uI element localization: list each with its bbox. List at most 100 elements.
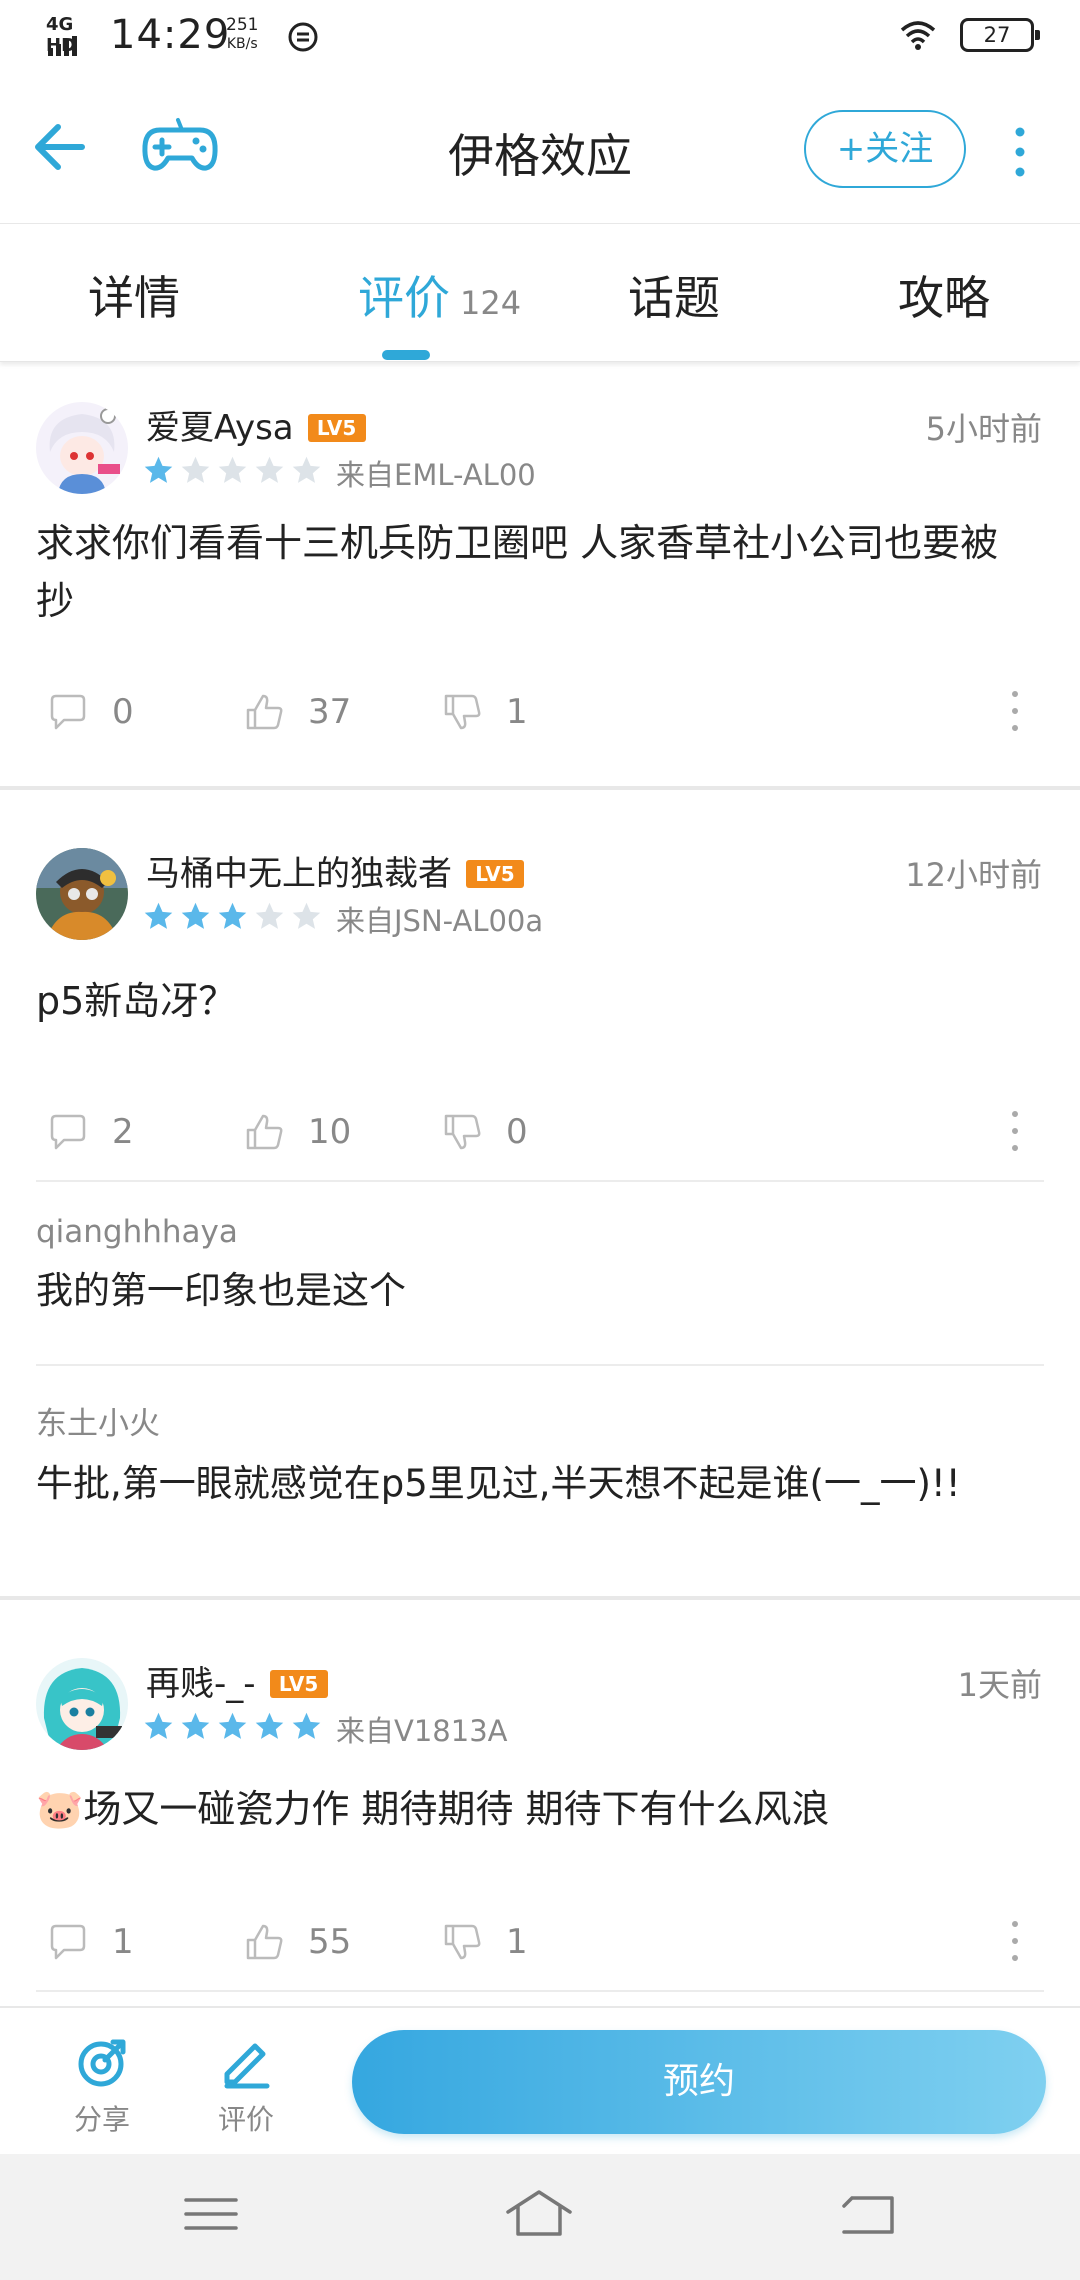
star-empty-icon xyxy=(255,902,284,929)
comment-icon xyxy=(50,694,86,730)
like-count: 37 xyxy=(308,692,352,732)
like-button[interactable]: 55 xyxy=(242,1912,351,1972)
review-actions: 0 37 1 xyxy=(0,682,1080,742)
review-actions: 2 10 0 xyxy=(0,1102,1080,1162)
speed-value: 251 xyxy=(226,15,259,35)
comment-icon xyxy=(50,1924,86,1960)
reply-divider xyxy=(36,1180,1044,1182)
star-empty-icon xyxy=(218,456,247,483)
tab-guides[interactable]: 攻略 xyxy=(898,262,990,325)
tab-label: 详情 xyxy=(88,271,180,325)
tab-reviews[interactable]: 评价 124 xyxy=(358,262,522,325)
like-button[interactable]: 10 xyxy=(242,1102,351,1162)
tab-topics[interactable]: 话题 xyxy=(628,262,720,325)
device-info: 来自JSN-AL00a xyxy=(336,904,544,938)
dislike-button[interactable]: 1 xyxy=(440,682,528,742)
app-header: 伊格效应 +关注 xyxy=(0,72,1080,224)
gamepad-icon[interactable] xyxy=(140,112,220,182)
comment-button[interactable]: 1 xyxy=(46,1912,134,1972)
status-bar: 4G HD 14:29 251 KB/s 27 xyxy=(0,0,1080,72)
dislike-count: 1 xyxy=(506,1922,528,1962)
follow-button[interactable]: +关注 xyxy=(804,110,966,188)
review-text[interactable]: 求求你们看看十三机兵防卫圈吧 人家香草社小公司也要被抄 xyxy=(36,514,1036,630)
star-filled-icon xyxy=(218,1712,247,1739)
username-text: 马桶中无上的独裁者 xyxy=(146,854,452,894)
review-time: 1天前 xyxy=(957,1666,1042,1704)
back-icon[interactable] xyxy=(834,2184,904,2244)
share-label: 分享 xyxy=(73,2103,130,2136)
comment-button[interactable]: 0 xyxy=(46,682,134,742)
review-card: 再贱-_- LV5 1天前 来自V1813A 🐷场又一碰瓷力作 期待期待 期待下有… xyxy=(0,1600,1080,2006)
star-rating xyxy=(142,1710,323,1743)
thumbs-down-icon xyxy=(444,1114,481,1150)
reply-text: 牛批,第一眼就感觉在p5里见过,半天想不起是谁(一_一)!! xyxy=(36,1462,961,1505)
more-vertical-icon[interactable] xyxy=(1000,686,1030,736)
star-filled-icon xyxy=(181,1712,210,1739)
reply-text: 我的第一印象也是这个 xyxy=(36,1269,406,1312)
level-badge: LV5 xyxy=(307,414,366,442)
network-speed: 251 KB/s xyxy=(226,16,258,54)
username[interactable]: 爱夏Aysa LV5 xyxy=(146,400,366,449)
level-badge: LV5 xyxy=(269,1670,328,1698)
reply-username[interactable]: qianghhhaya xyxy=(36,1214,1044,1250)
dislike-count: 1 xyxy=(506,692,528,732)
username-text: 再贱-_- xyxy=(146,1664,256,1704)
star-filled-icon xyxy=(218,902,247,929)
reserve-button[interactable]: 预约 xyxy=(352,2030,1046,2134)
home-icon[interactable] xyxy=(504,2184,574,2244)
reply-item[interactable]: 东土小火 牛批,第一眼就感觉在p5里见过,半天想不起是谁(一_一)!! xyxy=(36,1398,1044,1511)
like-button[interactable]: 37 xyxy=(242,682,351,742)
reply-item[interactable]: qianghhhaya 我的第一印象也是这个 xyxy=(36,1214,1044,1318)
signal-icon: 4G HD xyxy=(46,14,102,56)
thumbs-down-icon xyxy=(444,1924,481,1960)
reply-divider xyxy=(36,1364,1044,1366)
star-filled-icon xyxy=(144,902,173,929)
username[interactable]: 再贱-_- LV5 xyxy=(146,1656,328,1705)
tab-bar: 详情 评价 124 话题 攻略 xyxy=(0,224,1080,362)
star-empty-icon xyxy=(292,902,321,929)
comment-count: 0 xyxy=(112,692,134,732)
avatar[interactable] xyxy=(36,1658,128,1750)
review-text[interactable]: 🐷场又一碰瓷力作 期待期待 期待下有什么风浪 xyxy=(36,1780,1036,1838)
more-vertical-icon[interactable] xyxy=(1000,1106,1030,1156)
more-vertical-icon[interactable] xyxy=(1000,1916,1030,1966)
avatar[interactable] xyxy=(36,848,128,940)
dislike-count: 0 xyxy=(506,1112,528,1152)
device-info: 来自EML-AL00 xyxy=(336,458,536,492)
review-card: 马桶中无上的独裁者 LV5 12小时前 来自JSN-AL00a p5新岛冴？ 2 … xyxy=(0,790,1080,1598)
arrow-left-icon[interactable] xyxy=(30,112,90,182)
review-time: 12小时前 xyxy=(905,856,1042,894)
review-actions: 1 55 1 xyxy=(0,1912,1080,1972)
comment-button[interactable]: 2 xyxy=(46,1102,134,1162)
clock: 14:29 xyxy=(110,12,231,58)
star-empty-icon xyxy=(292,456,321,483)
comment-count: 2 xyxy=(112,1112,134,1152)
tab-details[interactable]: 详情 xyxy=(88,262,180,325)
review-text[interactable]: p5新岛冴？ xyxy=(36,972,1036,1030)
star-filled-icon xyxy=(181,902,210,929)
avatar[interactable] xyxy=(36,402,128,494)
share-icon xyxy=(78,2039,126,2087)
thumbs-up-icon xyxy=(246,1114,283,1150)
star-rating xyxy=(142,454,323,487)
reply-username[interactable]: 东土小火 xyxy=(36,1398,1044,1443)
star-filled-icon xyxy=(255,1712,284,1739)
write-review-button[interactable]: 评价 xyxy=(196,2036,296,2138)
star-empty-icon xyxy=(255,456,284,483)
thumbs-down-icon xyxy=(444,694,481,730)
like-count: 55 xyxy=(308,1922,352,1962)
more-vertical-icon[interactable] xyxy=(1000,122,1040,182)
star-empty-icon xyxy=(181,456,210,483)
dislike-button[interactable]: 0 xyxy=(440,1102,528,1162)
star-filled-icon xyxy=(144,456,173,483)
menu-icon[interactable] xyxy=(176,2184,246,2244)
like-count: 10 xyxy=(308,1112,352,1152)
share-button[interactable]: 分享 xyxy=(52,2036,152,2138)
level-badge: LV5 xyxy=(466,860,524,888)
battery-icon: 27 xyxy=(960,18,1040,52)
battery-level: 27 xyxy=(983,23,1011,47)
review-count: 124 xyxy=(460,284,522,322)
dislike-button[interactable]: 1 xyxy=(440,1912,528,1972)
thumbs-up-icon xyxy=(246,1924,283,1960)
username[interactable]: 马桶中无上的独裁者 LV5 xyxy=(146,846,524,895)
